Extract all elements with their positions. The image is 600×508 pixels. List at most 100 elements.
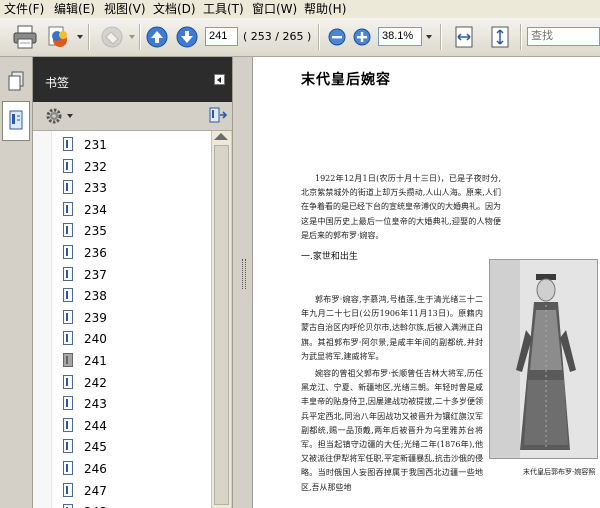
bookmark-label: 236 [84,246,107,260]
navigation-strip [0,57,33,508]
pages-icon[interactable] [7,71,25,94]
bookmarks-panel: 书签 231 232 233 234 235 236 237 238 239 240 241 242 2… [33,57,232,508]
panel-splitter[interactable] [232,57,253,508]
bookmark-label: 233 [84,181,107,196]
menu-tools[interactable]: 工具(T) [203,1,244,17]
previous-page-icon[interactable] [146,26,168,51]
bookmark-item[interactable]: 234 [63,200,203,220]
bookmark-page-icon [63,353,73,367]
bookmark-page-icon [63,288,73,303]
bookmark-item[interactable]: 238 [63,286,203,306]
create-pdf-icon[interactable] [46,24,72,53]
bookmark-item[interactable]: 241 [63,351,203,371]
panel-header: 书签 [33,57,232,102]
bookmark-label: 239 [84,310,107,325]
bookmark-page-icon [63,504,73,508]
bookmark-item[interactable]: 246 [63,459,203,479]
bookmarks-icon [9,110,23,130]
intro-paragraph: 1922年12月1日(农历十月十三日)，已是子夜时分,北京紫禁城外的街道上却万头… [301,174,501,240]
page-count: ( 253 / 265 ) [243,30,312,43]
bookmark-page-icon [63,374,73,389]
scroll-up-icon[interactable] [214,133,228,140]
bookmark-label: 246 [84,462,107,476]
bookmark-item[interactable]: 235 [63,221,203,241]
bookmarks-tab[interactable] [2,101,30,141]
menu-window[interactable]: 窗口(W) [252,1,297,17]
bookmark-item[interactable]: 236 [63,243,203,263]
collapse-panel-button[interactable] [214,74,225,85]
zoom-input[interactable] [378,27,422,46]
document-view[interactable]: 末代皇后婉容 1922年12月1日(农历十月十三日)，已是子夜时分,北京紫禁城外… [253,57,600,508]
bookmark-page-icon [63,417,73,432]
bookmark-item[interactable]: 232 [63,157,203,177]
bookmark-page-icon [63,201,73,216]
bookmark-gutter [33,131,52,508]
splitter-grip-icon [242,259,246,289]
zoom-dropdown-icon[interactable] [426,35,432,39]
menu-view[interactable]: 视图(V) [104,1,146,17]
bookmark-page-icon [63,137,73,151]
bookmark-page-icon [63,180,73,195]
bookmark-item[interactable]: 243 [63,394,203,414]
expand-bookmark-icon[interactable] [208,106,228,127]
bookmark-item[interactable]: 242 [63,373,203,393]
bookmark-item[interactable]: 244 [63,416,203,436]
portrait-photo [489,259,598,459]
menu-file[interactable]: 文件(F) [4,1,44,17]
panel-title: 书签 [45,76,70,90]
bookmark-item[interactable]: 237 [63,265,203,285]
bookmark-page-icon [63,482,73,497]
page-number-input[interactable] [205,27,238,46]
toolbar-separator [318,24,320,50]
bookmark-page-icon [63,309,73,324]
gear-icon[interactable] [45,107,63,128]
search-input[interactable] [527,27,600,46]
bookmark-label: 238 [84,289,107,304]
print-icon[interactable] [12,24,38,53]
fit-page-icon[interactable] [490,26,510,51]
bookmark-item[interactable]: 245 [63,437,203,457]
next-page-icon[interactable] [176,26,198,51]
toolbar: ( 253 / 265 ) [0,18,600,57]
bookmark-item[interactable]: 248 [63,502,203,508]
bookmark-label: 244 [84,418,107,433]
options-dropdown-icon[interactable] [67,114,73,118]
bookmarks-scrollbar[interactable] [211,131,231,508]
menu-help[interactable]: 帮助(H) [304,1,346,17]
bookmark-label: 245 [84,440,107,455]
create-dropdown-icon[interactable] [77,35,83,39]
bookmark-label: 240 [84,332,107,347]
menu-edit[interactable]: 编辑(E) [54,1,95,17]
fit-width-icon[interactable] [454,26,474,51]
bookmark-label: 243 [84,397,107,412]
bookmark-item[interactable]: 231 [63,135,203,155]
toolbar-separator [520,24,522,50]
body-paragraph-2: 婉容的曾祖父郭布罗·长顺曾任吉林大将军,历任黑龙江、宁夏、新疆地区,光绪三朝。年… [301,369,483,492]
toolbar-separator [88,24,90,50]
chevron-left-icon [217,77,221,83]
scroll-thumb[interactable] [214,145,229,505]
bookmark-label: 231 [84,138,107,152]
bookmark-item[interactable]: 240 [63,329,203,349]
secure-icon [99,24,125,53]
menu-document[interactable]: 文档(D) [153,1,196,17]
bookmark-page-icon [63,439,73,454]
bookmark-page-icon [63,331,73,346]
bookmark-item[interactable]: 247 [63,481,203,501]
bookmark-page-icon [63,158,73,173]
bookmark-item[interactable]: 233 [63,178,203,198]
secure-dropdown-icon [129,35,135,39]
bookmark-label: 242 [84,375,107,390]
toolbar-separator [139,24,141,50]
bookmark-item[interactable]: 239 [63,308,203,328]
zoom-in-icon[interactable] [353,28,371,49]
body-paragraph-1: 郭布罗·婉容,字慕鸿,号植莲,生于清光绪三十二年九月二十七日(公历1906年11… [301,295,483,361]
bookmark-label: 247 [84,483,107,498]
zoom-out-icon[interactable] [328,28,346,49]
bookmark-page-icon [63,245,73,259]
bookmark-label: 241 [84,354,107,368]
document-title: 末代皇后婉容 [301,72,391,88]
photo-caption: 末代皇后郭布罗·婉容照 [523,468,596,476]
bookmark-page-icon [63,223,73,238]
section-heading: 一.家世和出生 [301,252,358,262]
